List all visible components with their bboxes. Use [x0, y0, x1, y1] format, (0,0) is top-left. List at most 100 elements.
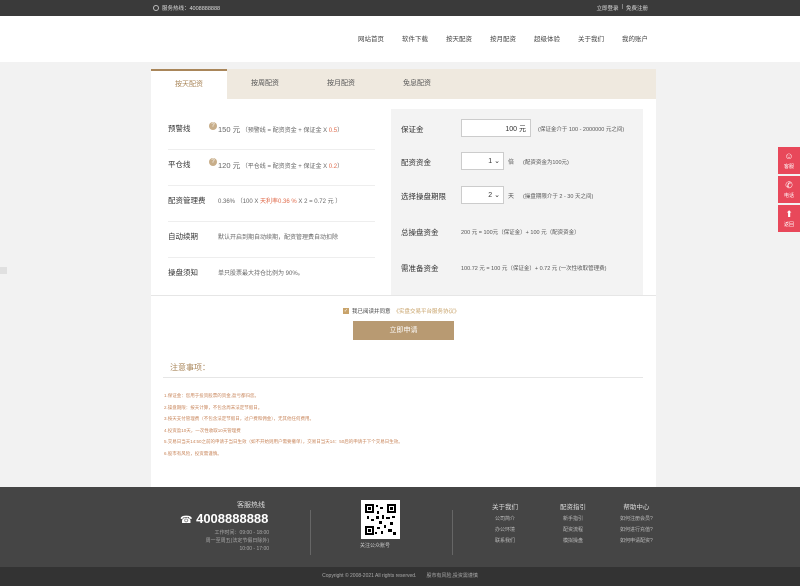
footer-link[interactable]: 如何进行充值? [620, 528, 653, 533]
notice-item: 1.保证金：您用于投资股票的资金,盈亏都归您。 [164, 393, 260, 398]
tab-free[interactable]: 免息配资 [379, 69, 455, 99]
nav-monthly[interactable]: 按月配资 [490, 33, 516, 43]
total-label: 总操盘资金 [401, 228, 439, 237]
footer-col-about: 关于我们 公司简介 办公环境 联系我们 [492, 504, 518, 544]
close-line-row: 平仓线 ? 120 元 （平仓线 = 配资资金 + 保证金 X 0.2） [168, 150, 375, 186]
notice-title: 注意事项： [170, 363, 210, 372]
phone-icon [153, 5, 159, 11]
period-row: 选择操盘期限 2 ⌄ 天 (操盘期限介于 2 - 30 天之间) [401, 186, 646, 206]
nav-about[interactable]: 关于我们 [578, 33, 604, 43]
close-line-amount: 120 元 [218, 161, 241, 170]
fee-formula: （100 X [236, 199, 261, 205]
notice-item: 2.操盘期限：按天计算，不包含周末法定节假日。 [164, 404, 263, 410]
footer-col-help: 帮助中心 如何注册会员? 如何进行充值? 如何申请配资? [620, 504, 653, 544]
warning-formula-end: ） [337, 128, 344, 134]
top-bar: 服务热线：4008888888 立即登录 | 免费注册 [0, 0, 800, 16]
footer-link[interactable]: 如何申请配资? [620, 539, 653, 544]
warning-line-label: 预警线 [168, 124, 191, 133]
rules-label: 操盘须知 [168, 268, 198, 277]
phone-icon: ☎ [180, 515, 193, 526]
rules-text: 单只股票最大持仓比例为 90%。 [218, 271, 304, 277]
fee-daily-rate: 天利率0.36 % [260, 199, 297, 205]
period-unit: 天 [508, 194, 515, 200]
footer-hotline-number: 4008888888 [196, 511, 269, 526]
tab-bar: 按天配资 按周配资 按月配资 免息配资 [151, 69, 656, 99]
total-text: 200 元 = 100元（保证金）+ 100 元（配资资金） [461, 230, 580, 236]
work-hours: 工作时间：09:00 - 18:00 周一至周五(法定节假日除外) 10:00 … [205, 530, 269, 552]
fee-rate: 0.36% [218, 199, 236, 205]
notice-item: 4.投资盈10天，一次性收取10天管理费 [164, 427, 241, 433]
chevron-down-icon: ⌄ [494, 158, 500, 165]
nav-trial[interactable]: 超级体验 [534, 33, 560, 43]
margin-input[interactable]: 100 元 [461, 119, 531, 137]
copyright: Copyright © 2008-2021 All rights reserve… [0, 567, 800, 586]
hotline-top: 服务热线：4008888888 [153, 4, 220, 12]
footer-link[interactable]: 公司简介 [492, 517, 518, 522]
close-line-label: 平仓线 [168, 160, 191, 169]
arrow-up-icon: ⬆ [785, 209, 793, 219]
notice-list: 1.保证金：您用于投资股票的资金,盈亏都归您。 2.操盘期限：按天计算，不包含周… [164, 390, 403, 459]
close-ratio: 0.2 [328, 164, 338, 170]
nav-daily[interactable]: 按天配资 [446, 33, 472, 43]
tab-daily[interactable]: 按天配资 [151, 69, 227, 99]
fee-formula-end: X 2 = 0.72 元 ） [296, 199, 342, 205]
footer-col-guide: 配资指引 新手指引 配资流程 模拟操盘 [560, 504, 586, 544]
rules-row: 操盘须知 单只股票最大持仓比例为 90%。 [168, 258, 375, 294]
headset-icon: ☺ [784, 151, 794, 161]
qr-caption: 关注公众账号 [360, 543, 391, 549]
auto-renew-row: 自动续期 默认开启到期自动续期，配资管理费自动扣除 [168, 222, 375, 258]
close-formula: （平仓线 = 配资资金 + 保证金 X [241, 164, 329, 170]
warning-formula: （预警线 = 配资资金 + 保证金 X [241, 128, 329, 134]
risk-info: 预警线 ? 150 元 （预警线 = 配资资金 + 保证金 X 0.5） 平仓线… [168, 114, 375, 294]
footer-link[interactable]: 联系我们 [492, 539, 518, 544]
fee-row: 配资管理费 0.36% （100 X 天利率0.36 % X 2 = 0.72 … [168, 186, 375, 222]
footer: 客服热线 ☎ 4008888888 工作时间：09:00 - 18:00 周一至… [0, 487, 800, 567]
agree-text: 我已阅读并同意 [352, 309, 391, 315]
side-service-button[interactable]: ☺ 客服 [778, 147, 800, 174]
divider [151, 295, 656, 296]
side-top-button[interactable]: ⬆ 返回 [778, 205, 800, 232]
period-select[interactable]: 2 ⌄ [461, 186, 504, 204]
apply-button[interactable]: 立即申请 [353, 321, 454, 340]
close-formula-end: ） [337, 164, 344, 170]
help-icon[interactable]: ? [209, 122, 217, 130]
agree-checkbox[interactable]: ✓ [343, 308, 349, 314]
main-panel: 按天配资 按周配资 按月配资 免息配资 预警线 ? 150 元 （预警线 = 配… [151, 69, 656, 487]
footer-link[interactable]: 配资流程 [560, 528, 586, 533]
footer-link[interactable]: 新手指引 [560, 517, 586, 522]
footer-hotline: ☎ 4008888888 [180, 511, 268, 526]
warning-line-amount: 150 元 [218, 125, 241, 134]
footer-hotline-title: 客服热线 [237, 502, 265, 509]
footer-link[interactable]: 模拟操盘 [560, 539, 586, 544]
footer-link[interactable]: 如何注册会员? [620, 517, 653, 522]
notice-divider [163, 377, 643, 378]
chevron-down-icon: ⌄ [494, 192, 500, 199]
footer-divider [310, 510, 311, 555]
phone-icon: ✆ [785, 180, 793, 190]
auto-renew-text: 默认开启到期自动续期，配资管理费自动扣除 [218, 235, 339, 241]
prep-label: 需准备资金 [401, 264, 439, 273]
nav-home[interactable]: 网站首页 [358, 33, 384, 43]
register-link[interactable]: 免费注册 [626, 4, 648, 12]
period-label: 选择操盘期限 [401, 192, 446, 201]
main-nav: 网站首页 软件下载 按天配资 按月配资 超级体验 关于我们 我的账户 [340, 33, 648, 43]
fee-label: 配资管理费 [168, 196, 206, 205]
help-icon[interactable]: ? [209, 158, 217, 166]
nav-account[interactable]: 我的账户 [622, 33, 648, 43]
auto-renew-label: 自动续期 [168, 232, 198, 241]
login-link[interactable]: 立即登录 [597, 4, 619, 12]
side-phone-button[interactable]: ✆ 电话 [778, 176, 800, 203]
margin-label: 保证金 [401, 125, 424, 134]
tab-weekly[interactable]: 按周配资 [227, 69, 303, 99]
hotline-top-text: 服务热线：4008888888 [162, 6, 221, 12]
tab-monthly[interactable]: 按月配资 [303, 69, 379, 99]
footer-divider [452, 510, 453, 555]
qr-code [361, 500, 400, 539]
agreement-link[interactable]: 《实盘交易平台服务协议》 [394, 307, 460, 315]
nav-download[interactable]: 软件下载 [402, 33, 428, 43]
leverage-select[interactable]: 1 ⌄ [461, 152, 504, 170]
scroll-handle[interactable] [0, 267, 7, 274]
footer-link[interactable]: 办公环境 [492, 528, 518, 533]
auth-links: 立即登录 | 免费注册 [597, 4, 648, 12]
period-hint: (操盘期限介于 2 - 30 天之间) [523, 194, 594, 200]
